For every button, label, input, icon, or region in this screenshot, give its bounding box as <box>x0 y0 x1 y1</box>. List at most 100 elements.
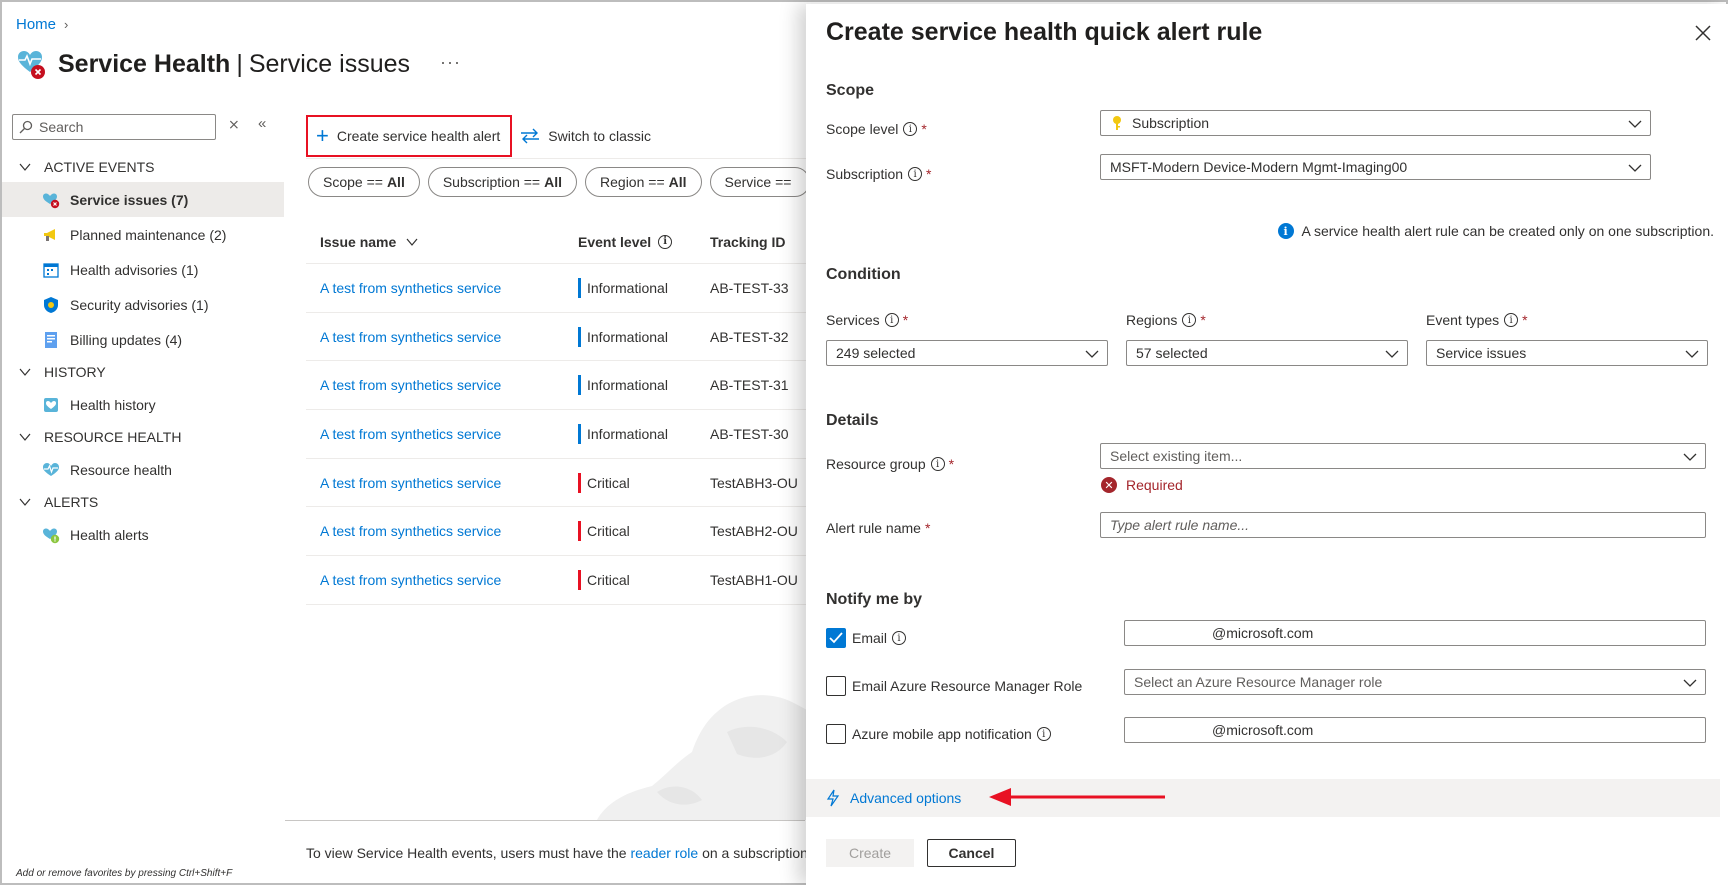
input-placeholder: Type alert rule name... <box>1110 517 1250 533</box>
issue-name-link[interactable]: A test from synthetics service <box>320 475 501 491</box>
filter-pill-service[interactable]: Service == <box>709 167 811 197</box>
header-label: Issue name <box>320 233 397 250</box>
nav-group-alerts[interactable]: ALERTS <box>2 487 284 517</box>
create-button[interactable]: Create <box>826 839 914 867</box>
event-level-text: Critical <box>587 474 630 491</box>
table-row[interactable]: A test from synthetics service Informatio… <box>306 264 806 313</box>
issue-name-link[interactable]: A test from synthetics service <box>320 426 501 442</box>
table-row[interactable]: A test from synthetics service Critical Te… <box>306 556 806 605</box>
column-header-tracking-id[interactable]: Tracking ID <box>710 234 806 250</box>
clear-search-icon[interactable]: ⨯ <box>228 116 240 133</box>
table-row[interactable]: A test from synthetics service Critical Te… <box>306 507 806 557</box>
subscription-label: Subscription i * <box>826 166 932 182</box>
filter-pill-region[interactable]: Region == All <box>585 167 702 197</box>
sidebar-item-planned-maintenance[interactable]: Planned maintenance (2) <box>2 217 284 252</box>
reader-role-link[interactable]: reader role <box>630 845 698 861</box>
issue-name-link[interactable]: A test from synthetics service <box>320 523 501 539</box>
event-level-indicator <box>578 277 581 298</box>
sidebar-item-service-issues[interactable]: Service issues (7) <box>2 182 284 217</box>
event-level-indicator <box>578 423 581 444</box>
email-input[interactable]: @microsoft.com <box>1124 620 1706 646</box>
nav-group-history[interactable]: HISTORY <box>2 357 284 387</box>
arm-role-checkbox[interactable] <box>826 676 846 696</box>
services-dropdown[interactable]: 249 selected <box>826 340 1108 366</box>
filter-key: Service == <box>724 174 792 190</box>
favorites-hint: Add or remove favorites by pressing Ctrl… <box>16 868 233 879</box>
sidebar-item-resource-health[interactable]: Resource health <box>2 452 284 487</box>
nav-group-active-events[interactable]: ACTIVE EVENTS <box>2 152 284 182</box>
issue-name-link[interactable]: A test from synthetics service <box>320 572 501 588</box>
sidebar-item-label: Billing updates (4) <box>70 331 183 348</box>
sort-chevron-down-icon <box>406 238 418 246</box>
email-checkbox[interactable] <box>826 628 846 648</box>
section-details: Details <box>826 412 879 429</box>
sidebar-item-health-history[interactable]: Health history <box>2 387 284 422</box>
filter-pill-subscription[interactable]: Subscription == All <box>427 167 578 197</box>
collapse-sidebar-icon[interactable]: « <box>258 115 266 132</box>
sidebar-search-input[interactable]: Search <box>12 114 216 140</box>
issue-name-link[interactable]: A test from synthetics service <box>320 280 501 296</box>
footer-divider <box>285 820 805 821</box>
info-icon: i <box>1182 313 1197 327</box>
quick-alert-rule-panel: Create service health quick alert rule S… <box>806 4 1728 885</box>
alert-rule-name-input[interactable]: Type alert rule name... <box>1100 512 1706 538</box>
mobile-notification-input[interactable]: @microsoft.com <box>1124 717 1706 743</box>
dropdown-placeholder: Select existing item... <box>1110 448 1243 464</box>
info-note-text: A service health alert rule can be creat… <box>1301 223 1714 239</box>
table-row[interactable]: A test from synthetics service Informatio… <box>306 410 806 459</box>
more-options-button[interactable]: ··· <box>440 52 461 73</box>
cancel-button[interactable]: Cancel <box>927 839 1016 867</box>
mobile-notification-checkbox-row[interactable]: Azure mobile app notification i <box>826 724 1051 744</box>
create-service-health-alert-button[interactable]: + Create service health alert <box>306 115 513 157</box>
filter-pills: Scope == All Subscription == All Region ==… <box>308 167 811 197</box>
table-row[interactable]: A test from synthetics service Informatio… <box>306 361 806 411</box>
scope-level-dropdown[interactable]: Subscription <box>1100 110 1651 136</box>
chevron-down-icon <box>19 498 31 506</box>
issue-cell: A test from synthetics service <box>306 426 578 442</box>
mobile-notification-checkbox[interactable] <box>826 724 846 744</box>
tracking-id-cell: AB-TEST-32 <box>710 328 789 345</box>
filter-pill-scope[interactable]: Scope == All <box>308 167 420 197</box>
resource-group-dropdown[interactable]: Select existing item... <box>1100 443 1706 469</box>
breadcrumb-home-link[interactable]: Home <box>16 16 56 33</box>
sidebar-item-billing-updates[interactable]: Billing updates (4) <box>2 322 284 357</box>
issue-cell: A test from synthetics service <box>306 475 578 491</box>
event-types-dropdown[interactable]: Service issues <box>1426 340 1708 366</box>
issue-name-link[interactable]: A test from synthetics service <box>320 329 501 345</box>
table-row[interactable]: A test from synthetics service Informatio… <box>306 313 806 362</box>
issue-cell: A test from synthetics service <box>306 377 578 393</box>
info-icon: i <box>1504 313 1519 327</box>
required-asterisk: * <box>924 520 931 536</box>
heart-pulse-icon <box>42 461 60 479</box>
issue-name-link[interactable]: A test from synthetics service <box>320 377 501 393</box>
switch-to-classic-button[interactable]: Switch to classic <box>520 128 651 144</box>
sidebar-item-label: Resource health <box>70 461 172 478</box>
event-level-cell: Informational <box>578 375 710 396</box>
chevron-down-icon <box>1685 350 1699 358</box>
dropdown-value: MSFT-Modern Device-Modern Mgmt-Imaging00 <box>1110 159 1408 175</box>
breadcrumb: Home › <box>16 16 68 33</box>
close-icon[interactable] <box>1694 24 1712 42</box>
sidebar-item-health-advisories[interactable]: Health advisories (1) <box>2 252 284 287</box>
nav-group-resource-health[interactable]: RESOURCE HEALTH <box>2 422 284 452</box>
arm-role-checkbox-row[interactable]: Email Azure Resource Manager Role <box>826 676 1082 696</box>
sidebar-item-security-advisories[interactable]: Security advisories (1) <box>2 287 284 322</box>
megaphone-icon <box>42 226 60 244</box>
regions-dropdown[interactable]: 57 selected <box>1126 340 1408 366</box>
sidebar-item-label: Health advisories (1) <box>70 261 199 278</box>
dropdown-value: 57 selected <box>1136 345 1208 361</box>
arm-role-dropdown[interactable]: Select an Azure Resource Manager role <box>1124 669 1706 695</box>
email-checkbox-row[interactable]: Email i <box>826 628 907 648</box>
key-icon <box>1113 116 1121 130</box>
advanced-options-link[interactable]: Advanced options <box>806 779 1720 817</box>
sidebar-item-health-alerts[interactable]: Health alerts <box>2 517 284 552</box>
note-suffix: on a subscription <box>698 845 806 861</box>
required-asterisk: * <box>902 312 909 328</box>
chevron-right-icon: › <box>64 17 69 32</box>
table-row[interactable]: A test from synthetics service Critical Te… <box>306 459 806 508</box>
column-header-event-level[interactable]: Event level i <box>578 234 710 250</box>
subscription-dropdown[interactable]: MSFT-Modern Device-Modern Mgmt-Imaging00 <box>1100 154 1651 180</box>
tracking-id-cell: TestABH1-OU <box>710 571 798 588</box>
tracking-id-cell: AB-TEST-33 <box>710 279 789 296</box>
column-header-issue-name[interactable]: Issue name <box>306 234 578 250</box>
